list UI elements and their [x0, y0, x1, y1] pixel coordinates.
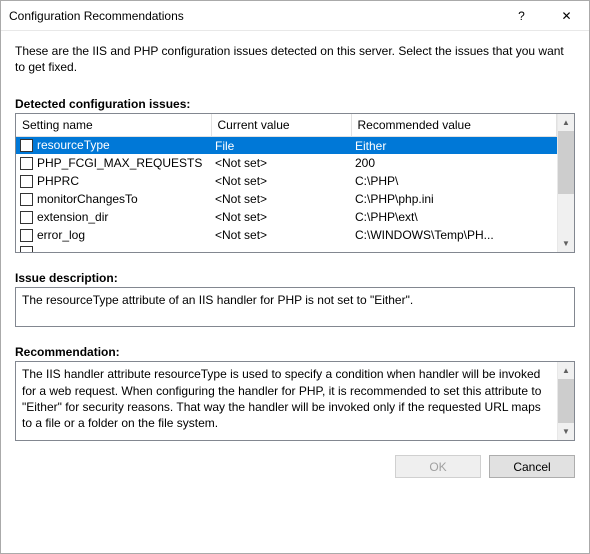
scroll-track[interactable]	[558, 379, 574, 423]
scroll-track[interactable]	[558, 131, 574, 235]
col-current[interactable]: Current value	[211, 114, 351, 136]
dialog-buttons: OK Cancel	[1, 455, 589, 492]
issues-table-scroll: Setting name Current value Recommended v…	[16, 114, 557, 252]
cell-recommended: Either	[351, 136, 557, 154]
cell-setting-text: PHP_FCGI_MAX_REQUESTS	[37, 156, 202, 170]
help-icon: ?	[518, 9, 525, 23]
cell-current: <Not set>	[211, 172, 351, 190]
scroll-down-icon[interactable]: ▼	[558, 423, 574, 440]
cell-setting-text: PHPRC	[37, 174, 79, 188]
row-checkbox[interactable]	[20, 139, 33, 152]
cell-setting: PHP_FCGI_MAX_REQUESTS	[16, 154, 211, 172]
cell-setting: resourceType	[16, 136, 211, 154]
issues-scrollbar[interactable]: ▲ ▼	[557, 114, 574, 252]
table-row[interactable]: error_log <Not set>C:\WINDOWS\Temp\PH...	[16, 226, 557, 244]
close-button[interactable]: ✕	[544, 1, 589, 31]
table-header-row: Setting name Current value Recommended v…	[16, 114, 557, 136]
scroll-down-icon[interactable]: ▼	[558, 235, 574, 252]
table-row[interactable]: extension_dir <Not set>C:\PHP\ext\	[16, 208, 557, 226]
row-checkbox[interactable]	[20, 157, 33, 170]
cell-recommended: C:\PHP\	[351, 172, 557, 190]
recommendation-box: The IIS handler attribute resourceType i…	[15, 361, 575, 441]
intro-text: These are the IIS and PHP configuration …	[15, 43, 575, 75]
cell-current: <Not set>	[211, 190, 351, 208]
cell-setting: monitorChangesTo	[16, 190, 211, 208]
recommendation-label: Recommendation:	[15, 345, 575, 359]
cell-recommended: C:\PHP\ext\	[351, 208, 557, 226]
description-label: Issue description:	[15, 271, 575, 285]
dialog-content: These are the IIS and PHP configuration …	[1, 31, 589, 441]
cancel-button[interactable]: Cancel	[489, 455, 575, 478]
issues-table: Setting name Current value Recommended v…	[16, 114, 557, 252]
cell-setting: PHPRC	[16, 172, 211, 190]
issues-table-container: Setting name Current value Recommended v…	[15, 113, 575, 253]
cell-setting-text: extension_dir	[37, 210, 108, 224]
row-checkbox[interactable]	[20, 211, 33, 224]
recommendation-scrollbar[interactable]: ▲ ▼	[557, 362, 574, 440]
cell-current: <Not set>	[211, 154, 351, 172]
row-checkbox[interactable]	[20, 175, 33, 188]
table-row[interactable]: resourceType FileEither	[16, 136, 557, 154]
issues-label: Detected configuration issues:	[15, 97, 575, 111]
row-checkbox[interactable]	[20, 229, 33, 242]
scroll-up-icon[interactable]: ▲	[558, 114, 574, 131]
cell-current: <Not set>	[211, 226, 351, 244]
help-button[interactable]: ?	[499, 1, 544, 31]
window-title: Configuration Recommendations	[1, 9, 499, 23]
row-checkbox[interactable]	[20, 193, 33, 206]
table-row[interactable]: monitorChangesTo <Not set>C:\PHP\php.ini	[16, 190, 557, 208]
table-row[interactable]: PHP_FCGI_MAX_REQUESTS <Not set>200	[16, 154, 557, 172]
table-row[interactable]: PHPRC <Not set>C:\PHP\	[16, 172, 557, 190]
titlebar: Configuration Recommendations ? ✕	[1, 1, 589, 31]
col-recommended[interactable]: Recommended value	[351, 114, 557, 136]
recommendation-text: The IIS handler attribute resourceType i…	[16, 362, 557, 440]
cell-setting-text: error_log	[37, 228, 85, 242]
cell-current: <Not set>	[211, 208, 351, 226]
row-checkbox[interactable]	[20, 246, 33, 253]
description-box: The resourceType attribute of an IIS han…	[15, 287, 575, 327]
ok-button[interactable]: OK	[395, 455, 481, 478]
cell-current: File	[211, 136, 351, 154]
scroll-thumb[interactable]	[558, 379, 574, 423]
cell-setting-text: monitorChangesTo	[37, 192, 138, 206]
cell-setting-text: resourceType	[37, 138, 110, 152]
cell-recommended: C:\WINDOWS\Temp\PH...	[351, 226, 557, 244]
table-row-partial[interactable]	[16, 244, 557, 252]
close-icon: ✕	[561, 9, 571, 23]
cell-recommended: 200	[351, 154, 557, 172]
description-text: The resourceType attribute of an IIS han…	[16, 288, 574, 326]
scroll-up-icon[interactable]: ▲	[558, 362, 574, 379]
col-setting[interactable]: Setting name	[16, 114, 211, 136]
cell-recommended: C:\PHP\php.ini	[351, 190, 557, 208]
cell-setting: extension_dir	[16, 208, 211, 226]
scroll-thumb[interactable]	[558, 131, 574, 193]
cell-setting: error_log	[16, 226, 211, 244]
